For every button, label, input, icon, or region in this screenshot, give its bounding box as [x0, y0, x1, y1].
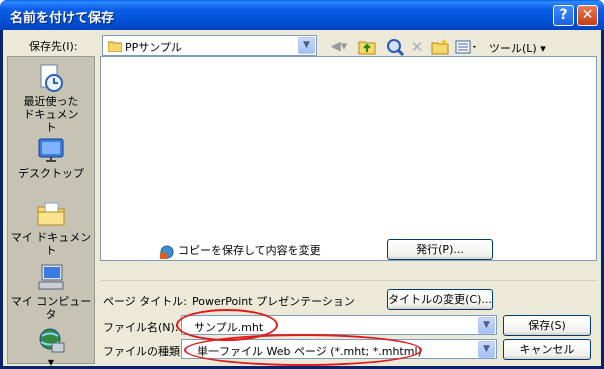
- copy-notice-icon: [160, 245, 174, 259]
- save-location-value: PPサンプル: [125, 41, 182, 54]
- new-folder-icon[interactable]: [431, 38, 449, 56]
- filename-value: サンプル.mht: [194, 321, 264, 334]
- page-title-value: PowerPoint プレゼンテーション: [192, 295, 355, 308]
- chevron-down-icon[interactable]: ▼: [298, 37, 315, 54]
- place-network[interactable]: ▼: [8, 327, 94, 367]
- publish-button[interactable]: 発行(P)...: [387, 239, 493, 260]
- recent-documents-icon: [40, 64, 63, 92]
- place-my-computer[interactable]: マイ コンピュータ: [8, 263, 94, 321]
- help-button[interactable]: ?: [553, 5, 574, 26]
- my-computer-icon: [38, 264, 64, 290]
- save-as-dialog: 名前を付けて保存 ? ✕ 保存先(I): PPサンプル ▼ ◀▾ ✕ ツール(L…: [0, 0, 604, 369]
- close-button[interactable]: ✕: [577, 5, 598, 26]
- title-bar[interactable]: 名前を付けて保存 ? ✕: [0, 0, 604, 30]
- delete-icon[interactable]: ✕: [408, 38, 426, 56]
- my-documents-icon: [37, 202, 65, 226]
- place-label: 最近使ったドキュメント: [23, 95, 79, 134]
- filename-label: ファイル名(N):: [103, 321, 179, 334]
- filename-input[interactable]: サンプル.mht ▼: [181, 315, 497, 335]
- folder-icon: [108, 41, 122, 52]
- up-folder-icon[interactable]: [358, 38, 376, 56]
- back-icon[interactable]: ◀▾: [326, 38, 352, 56]
- cancel-button[interactable]: キャンセル: [503, 339, 591, 360]
- search-web-icon[interactable]: [386, 38, 404, 56]
- file-list[interactable]: [100, 56, 597, 261]
- chevron-down-icon[interactable]: ▼: [478, 341, 495, 358]
- filetype-value: 単一ファイル Web ページ (*.mht; *.mhtml): [197, 345, 422, 358]
- place-my-documents[interactable]: マイ ドキュメント: [8, 199, 94, 257]
- network-icon: [39, 328, 65, 353]
- chevron-down-icon: ▾: [540, 42, 546, 55]
- scroll-down-icon[interactable]: ▼: [8, 359, 94, 367]
- place-label: デスクトップ: [18, 167, 84, 180]
- place-label: マイ コンピュータ: [10, 295, 92, 321]
- places-bar: 最近使ったドキュメント デスクトップ マイ ドキュメント マイ コンピュータ ▼: [7, 56, 95, 367]
- place-desktop[interactable]: デスクトップ: [8, 135, 94, 180]
- copy-notice-text: コピーを保存して内容を変更: [178, 244, 321, 257]
- save-location-label: 保存先(I):: [29, 40, 78, 53]
- place-label: マイ ドキュメント: [10, 231, 92, 257]
- save-location-combo[interactable]: PPサンプル ▼: [102, 35, 317, 56]
- chevron-down-icon[interactable]: ▼: [478, 317, 495, 334]
- divider: [100, 280, 597, 281]
- place-recent-documents[interactable]: 最近使ったドキュメント: [8, 63, 94, 134]
- desktop-icon: [38, 138, 64, 162]
- tools-menu[interactable]: ツール(L) ▾: [489, 40, 546, 56]
- views-menu-icon[interactable]: [455, 38, 479, 56]
- tools-menu-label: ツール(L): [489, 42, 537, 55]
- change-title-button[interactable]: タイトルの変更(C)...: [387, 289, 493, 310]
- dialog-title: 名前を付けて保存: [10, 11, 115, 26]
- page-title-label: ページ タイトル:: [103, 295, 187, 308]
- filetype-select[interactable]: 単一ファイル Web ページ (*.mht; *.mhtml) ▼: [181, 339, 497, 359]
- dialog-body: 保存先(I): PPサンプル ▼ ◀▾ ✕ ツール(L) ▾ 最近使ったドキュメ…: [3, 30, 601, 367]
- save-button[interactable]: 保存(S): [503, 315, 591, 336]
